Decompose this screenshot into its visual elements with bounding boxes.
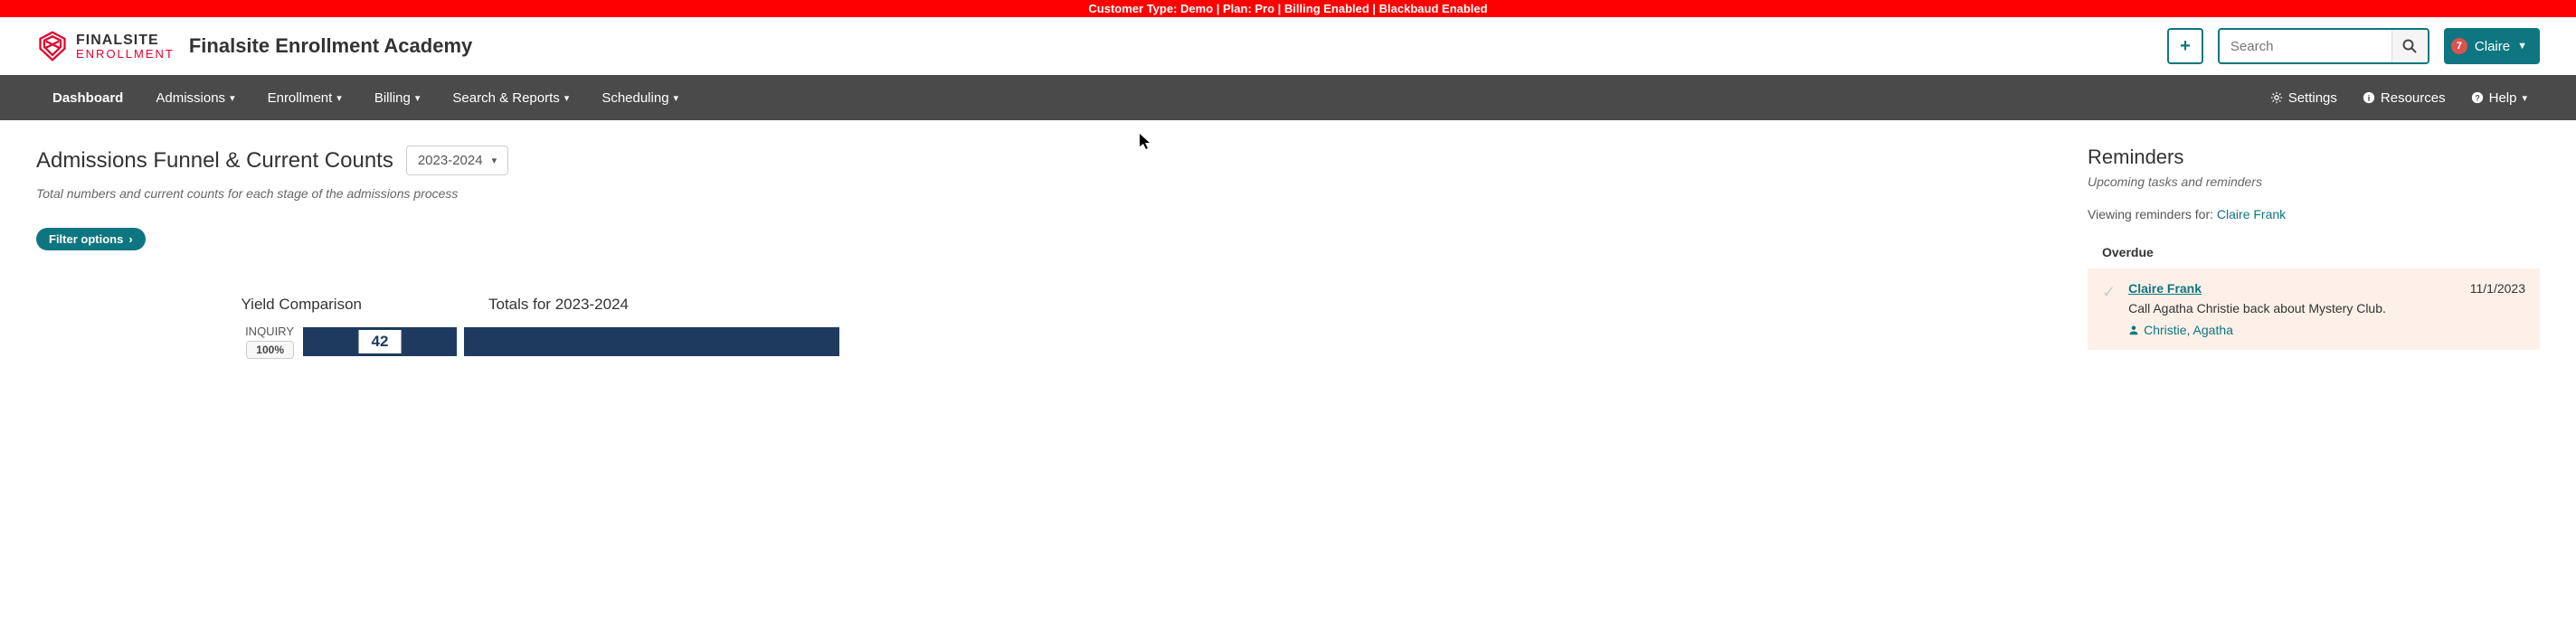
nav-dashboard[interactable]: Dashboard [36, 75, 139, 120]
nav-help[interactable]: ? Help ▾ [2458, 75, 2540, 120]
reminder-contact-link[interactable]: Christie, Agatha [2128, 323, 2525, 337]
reminders-viewing-user-link[interactable]: Claire Frank [2217, 207, 2286, 221]
page-subtitle: Total numbers and current counts for eac… [36, 186, 2051, 201]
person-icon [2128, 325, 2139, 335]
totals-header: Totals for 2023-2024 [371, 296, 629, 314]
chevron-down-icon: ▾ [336, 92, 342, 104]
info-icon: i [2363, 91, 2375, 104]
year-select[interactable]: 2023-2024 ▾ [406, 146, 508, 175]
chevron-down-icon: ▾ [492, 155, 497, 166]
logo-text-top: FINALSITE [76, 33, 175, 48]
svg-text:i: i [2368, 94, 2371, 104]
main-nav: Dashboard Admissions▾ Enrollment▾ Billin… [0, 75, 2576, 120]
help-icon: ? [2471, 91, 2484, 104]
page-title: Admissions Funnel & Current Counts [36, 148, 393, 174]
svg-text:?: ? [2475, 94, 2479, 103]
checkmark-icon[interactable]: ✓ [2102, 283, 2116, 302]
funnel-percent: 100% [246, 341, 294, 359]
plus-icon: + [2180, 36, 2191, 57]
nav-resources[interactable]: i Resources [2350, 75, 2458, 120]
yield-comparison-header: Yield Comparison [36, 296, 371, 314]
reminder-assignee-link[interactable]: Claire Frank [2128, 281, 2202, 296]
chevron-down-icon: ▾ [674, 92, 679, 104]
search-container [2218, 28, 2429, 64]
add-button[interactable]: + [2167, 28, 2203, 64]
user-menu[interactable]: 7 Claire ▼ [2444, 28, 2540, 64]
filter-options-button[interactable]: Filter options › [36, 228, 146, 250]
nav-scheduling[interactable]: Scheduling▾ [585, 75, 695, 120]
chevron-down-icon: ▾ [230, 92, 235, 104]
funnel-value[interactable]: 42 [358, 329, 402, 354]
logo-text-bottom: ENROLLMENT [76, 48, 175, 60]
chevron-down-icon: ▾ [564, 92, 570, 104]
chevron-down-icon: ▾ [2522, 92, 2527, 104]
gear-icon [2270, 91, 2283, 104]
overdue-header: Overdue [2088, 236, 2540, 268]
logo[interactable]: FINALSITE ENROLLMENT [36, 30, 175, 62]
search-icon [2402, 39, 2417, 53]
reminder-card: ✓ Claire Frank 11/1/2023 Call Agatha Chr… [2088, 268, 2540, 350]
funnel-shape: 42 [303, 327, 457, 356]
nav-billing[interactable]: Billing▾ [358, 75, 437, 120]
nav-enrollment[interactable]: Enrollment▾ [251, 75, 358, 120]
funnel-stage-label: INQUIRY [36, 325, 294, 338]
reminders-title: Reminders [2088, 146, 2540, 169]
search-button[interactable] [2391, 30, 2428, 62]
funnel-row-inquiry: INQUIRY 100% 42 [36, 325, 2051, 359]
chevron-down-icon: ▼ [2517, 41, 2527, 52]
nav-settings[interactable]: Settings [2258, 75, 2350, 120]
nav-search-reports[interactable]: Search & Reports▾ [436, 75, 585, 120]
search-input[interactable] [2220, 30, 2391, 62]
reminders-subtitle: Upcoming tasks and reminders [2088, 174, 2540, 189]
chevron-right-icon: › [128, 232, 132, 246]
header: FINALSITE ENROLLMENT Finalsite Enrollmen… [0, 17, 2576, 75]
funnel-totals-bar [464, 327, 839, 356]
reminder-date: 11/1/2023 [2470, 281, 2525, 296]
funnel-chart: Yield Comparison Totals for 2023-2024 IN… [36, 296, 2051, 359]
status-banner: Customer Type: Demo | Plan: Pro | Billin… [0, 0, 2576, 17]
reminder-text: Call Agatha Christie back about Mystery … [2128, 301, 2525, 315]
site-title: Finalsite Enrollment Academy [189, 34, 472, 58]
reminders-viewing: Viewing reminders for: Claire Frank [2088, 207, 2540, 221]
chevron-down-icon: ▾ [415, 92, 421, 104]
nav-admissions[interactable]: Admissions▾ [139, 75, 251, 120]
notification-badge: 7 [2451, 38, 2467, 54]
logo-icon [36, 30, 69, 62]
user-name: Claire [2475, 39, 2510, 54]
